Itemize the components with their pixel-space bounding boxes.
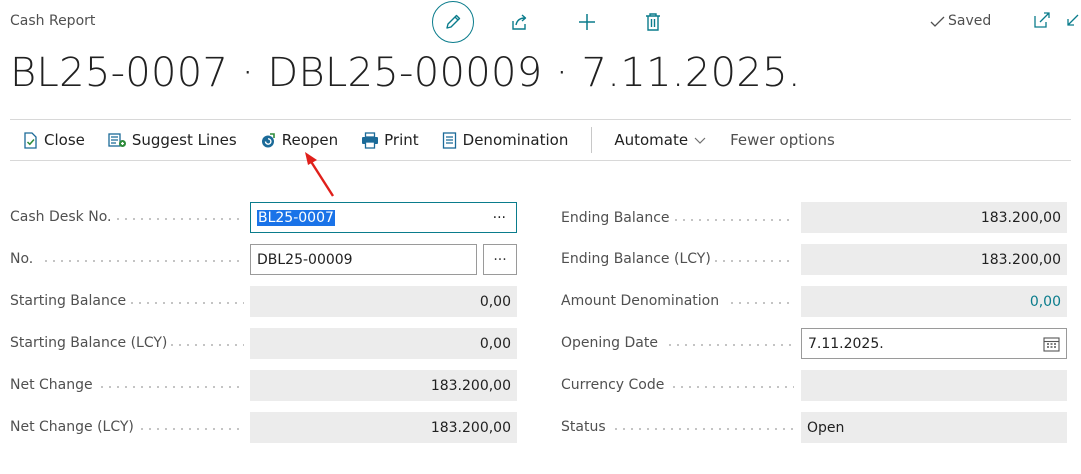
- label-dots: [670, 386, 794, 388]
- plus-icon: [579, 14, 595, 30]
- ending-balance-lcy-field: 183.200,00: [801, 244, 1067, 275]
- ending-balance-lcy-value: 183.200,00: [980, 251, 1061, 268]
- label-dots: [612, 428, 794, 430]
- starting-balance-field: 0,00: [250, 286, 517, 317]
- label-dots: [42, 260, 244, 262]
- denomination-action[interactable]: Denomination: [442, 131, 569, 149]
- page-title: BL25-0007 · DBL25-00009 · 7.11.2025.: [10, 50, 801, 96]
- label-dots: [128, 302, 244, 304]
- suggest-lines-icon: [108, 132, 126, 147]
- label-dots: [98, 386, 244, 388]
- opening-date-field[interactable]: 7.11.2025.: [801, 328, 1067, 359]
- starting-balance-value: 0,00: [479, 293, 511, 310]
- automate-menu-label: Automate: [614, 131, 689, 149]
- label-dots: [114, 218, 244, 220]
- reopen-action-label: Reopen: [281, 131, 339, 149]
- trash-icon: [646, 13, 660, 31]
- ending-balance-lcy-label: Ending Balance (LCY): [561, 251, 711, 267]
- share-button[interactable]: [508, 10, 532, 34]
- print-action[interactable]: Print: [361, 131, 419, 149]
- status-field: Open: [801, 412, 1067, 443]
- checkmark-icon: [930, 16, 945, 27]
- annotation-arrow: [305, 152, 335, 197]
- net-change-field: 183.200,00: [250, 370, 517, 401]
- saved-status: Saved: [930, 13, 991, 29]
- close-action[interactable]: Close: [22, 131, 85, 149]
- printer-icon: [362, 131, 379, 149]
- pencil-icon: [446, 14, 461, 29]
- suggest-lines-action[interactable]: Suggest Lines: [108, 131, 237, 149]
- no-value: DBL25-00009: [257, 251, 353, 268]
- no-field[interactable]: DBL25-00009: [250, 244, 477, 275]
- starting-balance-lcy-value: 0,00: [479, 335, 511, 352]
- collapse-button[interactable]: [1064, 13, 1080, 33]
- page-top-actions: [432, 0, 665, 44]
- no-assist-edit-button[interactable]: ···: [483, 244, 517, 275]
- label-dots: [712, 260, 794, 262]
- ending-balance-label: Ending Balance: [561, 210, 670, 226]
- share-icon: [512, 14, 527, 30]
- opening-date-label: Opening Date: [561, 335, 658, 351]
- calendar-icon[interactable]: [1043, 336, 1060, 352]
- fewer-options-link[interactable]: Fewer options: [730, 131, 835, 149]
- action-separator: [591, 127, 593, 153]
- action-bar: Close Suggest Lines Reopen Print Denomin…: [22, 123, 858, 157]
- net-change-value: 183.200,00: [430, 377, 511, 394]
- no-label: No.: [10, 251, 34, 267]
- automate-menu[interactable]: Automate: [614, 131, 707, 149]
- starting-balance-lcy-label: Starting Balance (LCY): [10, 335, 168, 351]
- net-change-lcy-field: 183.200,00: [250, 412, 517, 443]
- label-dots: [728, 302, 794, 304]
- label-dots: [168, 344, 244, 346]
- close-action-label: Close: [44, 131, 85, 149]
- label-dots: [138, 428, 244, 430]
- ending-balance-value: 183.200,00: [980, 209, 1061, 226]
- status-label: Status: [561, 419, 606, 435]
- label-dots: [666, 344, 794, 346]
- starting-balance-label: Starting Balance: [10, 293, 127, 309]
- currency-code-field: [801, 370, 1067, 401]
- suggest-lines-action-label: Suggest Lines: [131, 131, 237, 149]
- reopen-icon: [261, 132, 275, 147]
- cash-desk-no-value: BL25-0007: [257, 209, 335, 226]
- denomination-icon: [442, 131, 456, 149]
- cash-desk-no-field[interactable]: BL25-0007 ···: [250, 202, 517, 233]
- open-new-window-icon: [1034, 12, 1050, 28]
- collapse-icon: [1067, 14, 1079, 26]
- net-change-label: Net Change: [10, 377, 93, 393]
- fewer-options-label: Fewer options: [730, 131, 835, 149]
- print-action-label: Print: [384, 131, 419, 149]
- amount-denomination-label: Amount Denomination: [561, 293, 720, 309]
- amount-denomination-field[interactable]: 0,00: [801, 286, 1067, 317]
- amount-denomination-value[interactable]: 0,00: [1030, 294, 1061, 310]
- status-value: Open: [807, 419, 845, 436]
- cash-desk-no-lookup-button[interactable]: ···: [493, 210, 506, 226]
- ending-balance-field: 183.200,00: [801, 202, 1067, 233]
- edit-button[interactable]: [432, 1, 474, 43]
- page-caption: Cash Report: [10, 13, 96, 29]
- net-change-lcy-value: 183.200,00: [430, 419, 511, 436]
- actionbar-divider-bottom: [10, 160, 1071, 161]
- close-document-icon: [24, 131, 37, 149]
- net-change-lcy-label: Net Change (LCY): [10, 419, 134, 435]
- saved-label: Saved: [948, 13, 992, 29]
- delete-button[interactable]: [641, 10, 665, 34]
- actionbar-divider-top: [10, 119, 1071, 120]
- starting-balance-lcy-field: 0,00: [250, 328, 517, 359]
- denomination-action-label: Denomination: [462, 131, 569, 149]
- reopen-action[interactable]: Reopen: [260, 131, 338, 149]
- chevron-down-icon: [694, 137, 706, 144]
- label-dots: [672, 219, 794, 221]
- new-button[interactable]: [575, 10, 599, 34]
- cash-desk-no-label: Cash Desk No.: [10, 209, 112, 225]
- opening-date-value: 7.11.2025.: [808, 335, 884, 352]
- currency-code-label: Currency Code: [561, 377, 665, 393]
- open-new-window-button[interactable]: [1032, 10, 1052, 34]
